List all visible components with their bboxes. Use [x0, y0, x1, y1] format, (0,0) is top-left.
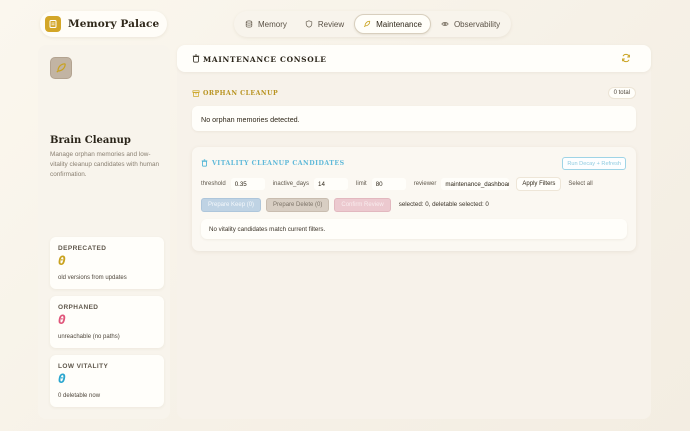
trash-icon: [192, 54, 200, 63]
eye-icon: [441, 22, 449, 26]
console-title: MAINTENANCE CONSOLE: [203, 55, 327, 64]
stat-value: 0: [58, 372, 66, 387]
inactive-days-input[interactable]: 14: [314, 178, 349, 190]
threshold-input[interactable]: 0.35: [230, 178, 265, 190]
tab-memory[interactable]: Memory: [237, 14, 295, 34]
main-panel: MAINTENANCE CONSOLE ORPHAN CLEANUP 0 tot…: [177, 45, 651, 419]
orphan-section-label: ORPHAN CLEANUP: [203, 90, 279, 97]
limit-label: limit: [356, 181, 367, 187]
vitality-section-label: VITALITY CLEANUP CANDIDATES: [212, 160, 345, 167]
tab-observability-label: Observability: [453, 19, 501, 29]
notebook-icon: [45, 16, 61, 32]
apply-filters-button[interactable]: Apply Filters: [517, 178, 561, 190]
main-nav: Memory Review Maintenance Observability: [234, 11, 512, 37]
feather-icon: [364, 20, 371, 28]
orphan-empty-text: No orphan memories detected.: [201, 115, 300, 124]
stat-label: LOW VITALITY: [58, 363, 109, 370]
prepare-keep-button[interactable]: Prepare Keep (0): [201, 197, 262, 212]
stat-label: DEPRECATED: [58, 245, 107, 252]
stat-note: unreachable (no paths): [58, 334, 120, 340]
tab-maintenance-label: Maintenance: [376, 19, 422, 29]
stat-note: 0 deletable now: [58, 393, 101, 399]
prepare-delete-button[interactable]: Prepare Delete (0): [266, 197, 330, 212]
console-header: MAINTENANCE CONSOLE: [177, 45, 651, 72]
vitality-empty-text: No vitality candidates match current fil…: [209, 226, 326, 233]
stat-value: 0: [58, 254, 66, 269]
vitality-card: VITALITY CLEANUP CANDIDATES Run Decay + …: [192, 147, 636, 251]
tab-memory-label: Memory: [258, 19, 287, 29]
shield-icon: [305, 20, 313, 28]
sidebar-title: Brain Cleanup: [50, 135, 131, 146]
stat-label: ORPHANED: [58, 304, 99, 311]
tab-observability[interactable]: Observability: [433, 14, 508, 34]
brand[interactable]: Memory Palace: [40, 11, 168, 37]
orphan-count-badge: 0 total: [608, 88, 635, 98]
reviewer-input[interactable]: maintenance_dashboard: [441, 178, 510, 190]
database-icon: [245, 20, 253, 28]
stat-card-deprecated: DEPRECATED 0 old versions from updates: [50, 237, 164, 289]
stat-note: old versions from updates: [58, 275, 127, 281]
selection-status: selected: 0, deletable selected: 0: [398, 201, 489, 208]
trash-icon: [201, 159, 208, 167]
refresh-icon[interactable]: [621, 53, 631, 63]
feather-icon: [50, 57, 72, 79]
limit-input[interactable]: 80: [371, 178, 406, 190]
run-decay-refresh-button[interactable]: Run Decay + Refresh: [562, 157, 626, 170]
select-all-button[interactable]: Select all: [568, 181, 592, 187]
stat-value: 0: [58, 313, 66, 328]
inactive-days-label: inactive_days: [272, 181, 310, 187]
sidebar: Brain Cleanup Manage orphan memories and…: [38, 45, 170, 419]
vitality-empty-card: No vitality candidates match current fil…: [201, 219, 627, 239]
confirm-review-button[interactable]: Confirm Review: [334, 197, 391, 212]
filter-row: threshold 0.35 inactive_days 14 limit 80…: [201, 178, 593, 190]
tab-maintenance[interactable]: Maintenance: [354, 14, 431, 34]
archive-icon: [192, 90, 200, 97]
stat-card-low-vitality: LOW VITALITY 0 0 deletable now: [50, 355, 164, 407]
reviewer-label: reviewer: [413, 181, 437, 187]
app-title: Memory Palace: [68, 18, 160, 30]
orphan-empty-card: No orphan memories detected.: [192, 106, 636, 131]
stat-card-orphaned: ORPHANED 0 unreachable (no paths): [50, 296, 164, 348]
action-row: Prepare Keep (0) Prepare Delete (0) Conf…: [201, 197, 489, 212]
tab-review[interactable]: Review: [297, 14, 352, 34]
tab-review-label: Review: [317, 19, 345, 29]
sidebar-description: Manage orphan memories and low-vitality …: [50, 151, 160, 178]
threshold-label: threshold: [201, 181, 226, 187]
